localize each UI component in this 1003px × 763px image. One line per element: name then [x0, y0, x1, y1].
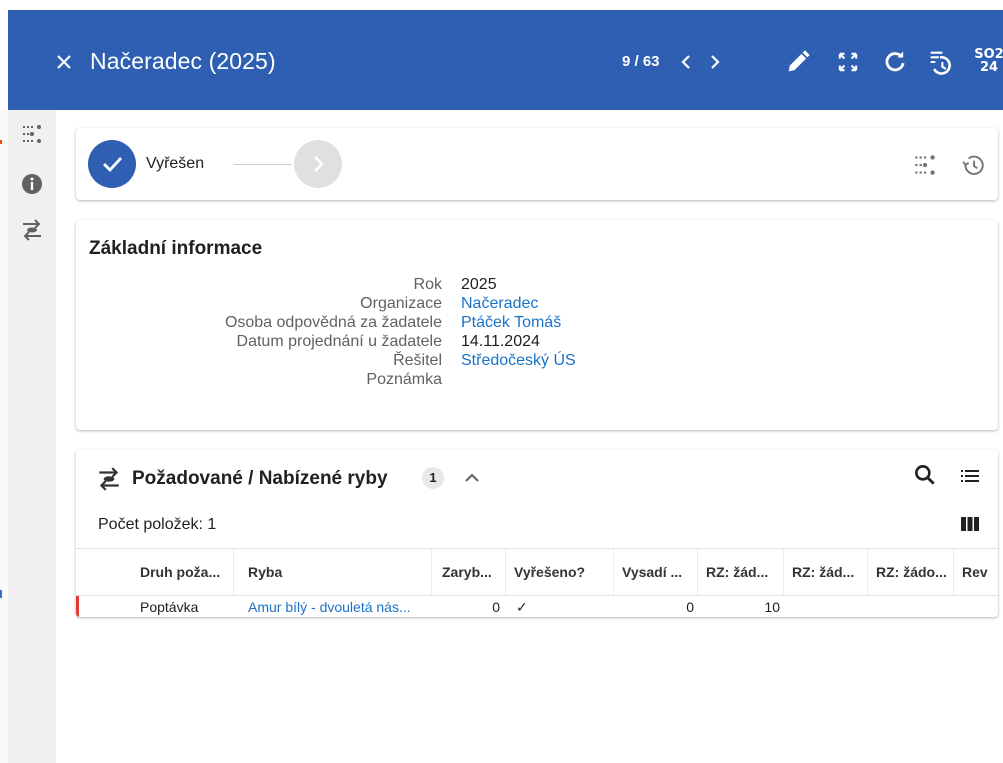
- next-record-icon[interactable]: [705, 50, 725, 74]
- column-header[interactable]: Vysadí ...: [614, 549, 698, 595]
- chevron-right-icon: [314, 156, 324, 172]
- field-poznamka: Poznámka: [76, 371, 998, 390]
- cell-rz3: [876, 596, 948, 617]
- organizace-link[interactable]: Načeradec: [461, 295, 538, 313]
- workflow-detail-icon[interactable]: [912, 152, 938, 178]
- top-strip: [0, 0, 1003, 10]
- fullscreen-icon[interactable]: [834, 48, 862, 76]
- list-menu-icon[interactable]: [958, 464, 982, 488]
- column-header[interactable]: Zaryb...: [434, 549, 506, 595]
- close-icon[interactable]: [52, 50, 76, 74]
- left-edge-strip: [0, 110, 8, 763]
- field-label: Řešitel: [393, 352, 442, 369]
- refresh-icon[interactable]: [881, 48, 909, 76]
- fish-card: Požadované / Nabízené ryby 1 Počet polož…: [76, 450, 998, 617]
- check-icon: [103, 157, 123, 173]
- column-header[interactable]: RZ: žád...: [784, 549, 868, 595]
- edit-pencil-icon[interactable]: [784, 48, 812, 76]
- cell-vysadi: 0: [686, 599, 694, 615]
- basic-info-card: Základní informace Rok 2025 Organizace N…: [76, 220, 998, 430]
- search-icon[interactable]: [912, 462, 938, 488]
- fish-count-badge: 1: [422, 467, 444, 489]
- field-osoba: Osoba odpovědná za žadatele Ptáček Tomáš: [76, 314, 998, 333]
- resitel-link[interactable]: Středočeský ÚS: [461, 352, 576, 370]
- field-label: Rok: [413, 276, 442, 293]
- chevron-up-icon[interactable]: [460, 466, 484, 490]
- field-value: 14.11.2024: [461, 333, 540, 350]
- history-icon[interactable]: [960, 152, 986, 178]
- fish-section-title: Požadované / Nabízené ryby: [132, 468, 388, 489]
- cell-rz2: [792, 596, 862, 617]
- detail-title: Načeradec (2025): [90, 48, 276, 74]
- cell-druh: Poptávka: [140, 599, 199, 615]
- previous-record-icon[interactable]: [676, 50, 696, 74]
- field-value: 2025: [461, 276, 497, 293]
- field-resitel: Řešitel Středočeský ÚS: [76, 352, 998, 371]
- workflow-next-step-button[interactable]: [294, 140, 342, 188]
- fish-exchange-icon[interactable]: [20, 218, 44, 242]
- column-header[interactable]: RZ: žádo...: [868, 549, 954, 595]
- info-icon[interactable]: [20, 172, 44, 196]
- field-label: Datum projednání u žadatele: [236, 333, 442, 350]
- side-toolbar: [8, 110, 56, 763]
- history-filter-icon[interactable]: [926, 48, 954, 76]
- column-header[interactable]: Vyřešeno?: [506, 549, 614, 595]
- column-header[interactable]: Ryba: [240, 549, 432, 595]
- so2-badge-bottom: 24: [979, 60, 999, 75]
- so2-24-button[interactable]: SO2 24: [974, 48, 1003, 74]
- cell-rev: [960, 596, 996, 617]
- workflow-icon[interactable]: [20, 122, 44, 146]
- basic-info-fields: Rok 2025 Organizace Načeradec Osoba odpo…: [76, 276, 998, 390]
- column-header[interactable]: RZ: žád...: [698, 549, 784, 595]
- osoba-link[interactable]: Ptáček Tomáš: [461, 314, 561, 332]
- field-datum: Datum projednání u žadatele 14.11.2024: [76, 333, 998, 352]
- table-row[interactable]: Poptávka Amur bílý - dvouletá nás... 0 ✓…: [76, 596, 998, 617]
- cell-rz1: 10: [764, 599, 780, 615]
- left-edge-marker: [0, 140, 2, 144]
- workflow-card: Vyřešen: [76, 128, 998, 200]
- record-pager: 9 / 63: [622, 53, 660, 70]
- basic-info-title: Základní informace: [89, 238, 263, 259]
- detail-header: Načeradec (2025) 9 / 63 SO2 24: [8, 10, 1003, 110]
- field-rok: Rok 2025: [76, 276, 998, 295]
- columns-icon[interactable]: [958, 512, 982, 536]
- cell-vyreseno: ✓: [516, 599, 528, 615]
- field-organizace: Organizace Načeradec: [76, 295, 998, 314]
- field-label: Poznámka: [366, 371, 442, 388]
- column-header[interactable]: Rev: [954, 549, 998, 595]
- workflow-done-step: [88, 140, 136, 188]
- row-status-flag: [76, 596, 79, 617]
- cell-zaryb: 0: [492, 599, 500, 615]
- item-count: Počet položek: 1: [98, 516, 217, 533]
- workflow-state-label: Vyřešen: [146, 155, 205, 172]
- table-header: Druh poža... Ryba Zaryb... Vyřešeno? Vys…: [76, 548, 998, 596]
- workflow-connector: [234, 164, 292, 165]
- fish-exchange-icon: [99, 467, 119, 491]
- column-header[interactable]: Druh poža...: [132, 549, 234, 595]
- cell-ryba-link[interactable]: Amur bílý - dvouletá nás...: [248, 596, 426, 617]
- left-edge-marker: [0, 590, 2, 598]
- field-label: Organizace: [360, 295, 442, 312]
- field-label: Osoba odpovědná za žadatele: [224, 314, 442, 331]
